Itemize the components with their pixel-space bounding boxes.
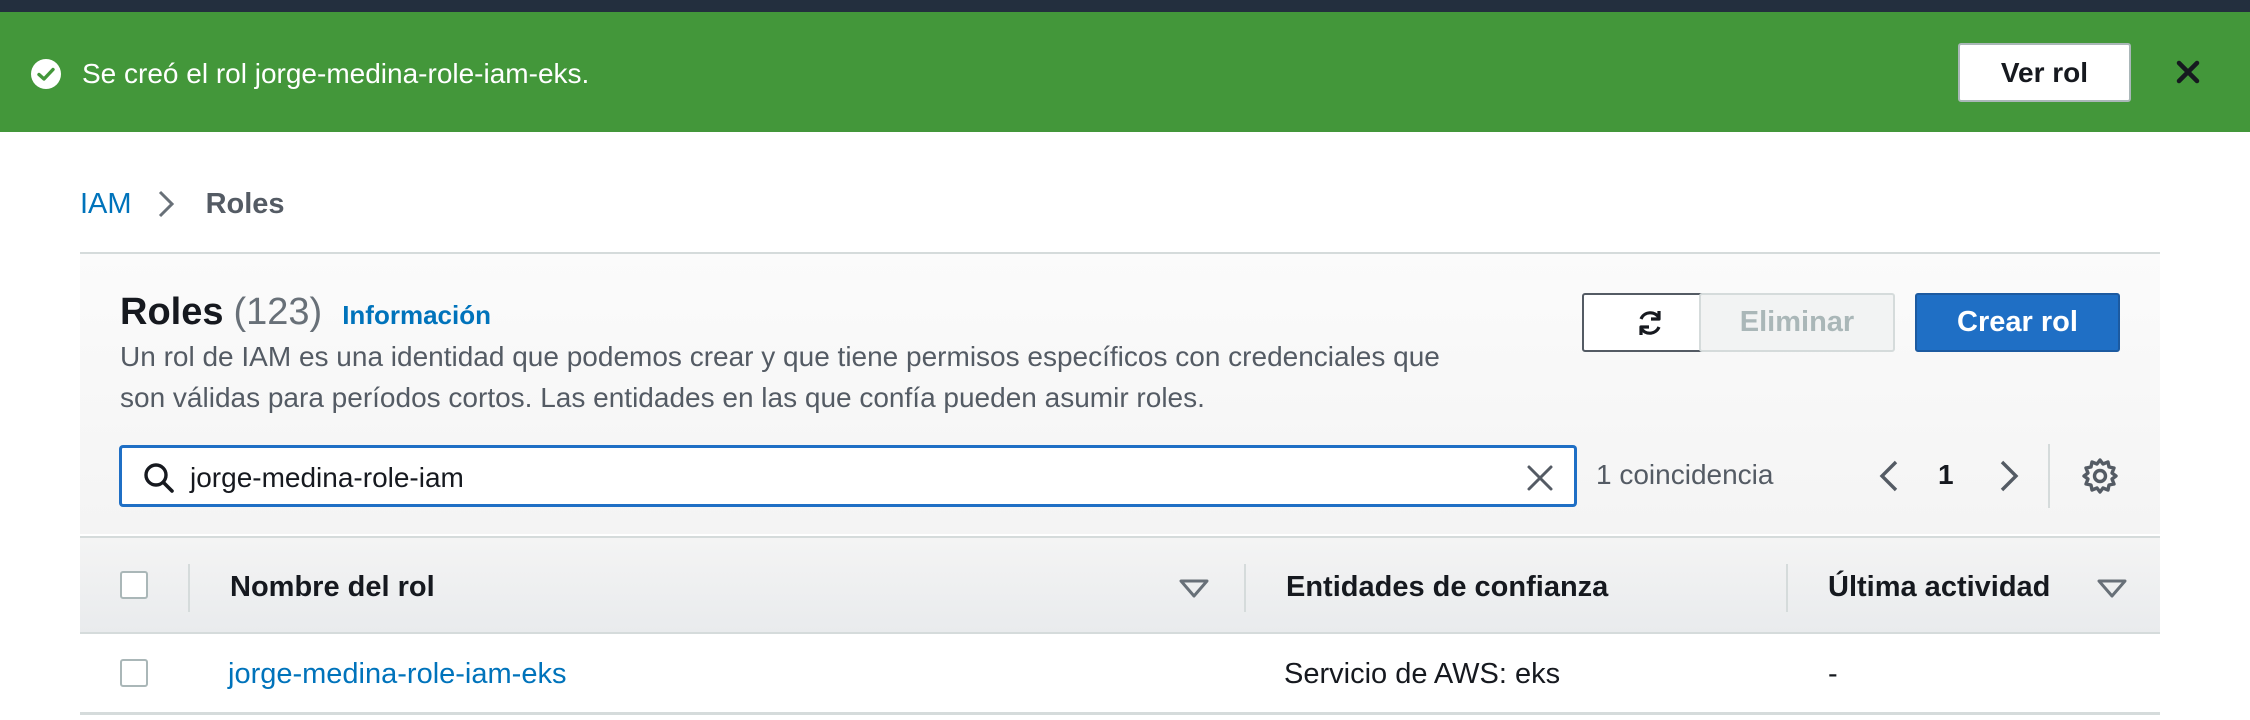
clear-search-icon[interactable]: [1524, 462, 1556, 494]
view-role-button[interactable]: Ver rol: [1958, 43, 2131, 102]
column-separator: [188, 564, 190, 612]
last-activity-cell: -: [1828, 658, 1838, 690]
roles-title-row: Roles (123) Información: [120, 291, 491, 334]
check-circle-icon: [31, 59, 61, 89]
page-title: Roles: [120, 291, 224, 333]
divider: [80, 712, 2160, 715]
select-all-checkbox[interactable]: [120, 571, 148, 599]
chevron-left-icon[interactable]: [1870, 456, 1910, 496]
table-row[interactable]: jorge-medina-role-iam-eks Servicio de AW…: [80, 634, 2160, 714]
create-role-button[interactable]: Crear rol: [1915, 293, 2120, 352]
top-navigation-bar: [0, 0, 2250, 12]
search-value[interactable]: jorge-medina-role-iam: [190, 460, 464, 496]
column-separator: [1786, 564, 1788, 612]
refresh-icon: [1639, 310, 1661, 335]
role-name-link[interactable]: jorge-medina-role-iam-eks: [228, 658, 566, 691]
chevron-right-icon: [158, 190, 174, 218]
flash-message: Se creó el rol jorge-medina-role-iam-eks…: [82, 58, 590, 89]
gear-icon[interactable]: [2080, 456, 2120, 496]
success-flash-banner: Se creó el rol jorge-medina-role-iam-eks…: [0, 12, 2250, 132]
matches-count: 1 coincidencia: [1596, 459, 1774, 490]
search-icon: [144, 463, 174, 493]
current-page-number[interactable]: 1: [1938, 459, 1954, 491]
breadcrumb-current-roles: Roles: [205, 187, 285, 220]
column-header-last-activity[interactable]: Última actividad: [1828, 571, 2050, 604]
table-header: Nombre del rol Entidades de confianza Úl…: [80, 536, 2160, 634]
chevron-right-icon[interactable]: [1988, 456, 2028, 496]
roles-description: Un rol de IAM es una identidad que podem…: [120, 341, 1440, 413]
roles-count: (123): [233, 291, 323, 333]
info-link[interactable]: Información: [342, 300, 491, 331]
sort-down-icon[interactable]: [2096, 574, 2128, 602]
trusted-entities-cell: Servicio de AWS: eks: [1284, 658, 1561, 690]
search-input[interactable]: jorge-medina-role-iam: [120, 446, 1576, 506]
breadcrumb: IAM Roles: [80, 184, 285, 224]
column-header-trusted-entities[interactable]: Entidades de confianza: [1286, 571, 1608, 604]
close-icon[interactable]: [2172, 56, 2204, 88]
breadcrumb-link-iam[interactable]: IAM: [80, 188, 132, 221]
row-checkbox[interactable]: [120, 659, 148, 687]
divider: [2048, 444, 2050, 508]
delete-button[interactable]: Eliminar: [1699, 293, 1895, 352]
column-header-role-name[interactable]: Nombre del rol: [230, 571, 435, 604]
refresh-button[interactable]: [1582, 293, 1718, 352]
column-separator: [1244, 564, 1246, 612]
sort-down-icon[interactable]: [1178, 574, 1210, 602]
